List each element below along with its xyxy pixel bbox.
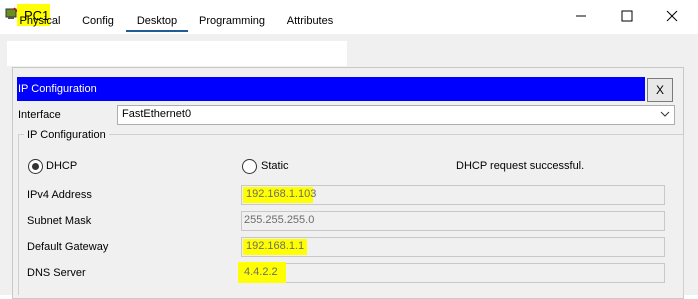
tab-config[interactable]: Config: [76, 10, 120, 32]
dhcp-status: DHCP request successful.: [456, 160, 585, 172]
tab-programming[interactable]: Programming: [194, 10, 270, 32]
static-label: Static: [261, 160, 289, 172]
dns-label: DNS Server: [27, 267, 86, 279]
interface-value: FastEthernet0: [122, 108, 192, 120]
tab-desktop[interactable]: Desktop: [126, 10, 188, 32]
dhcp-radio-dot: [32, 163, 39, 170]
subnet-mask-value: 255.255.255.0: [244, 214, 315, 226]
interface-select[interactable]: FastEthernet0: [117, 105, 675, 125]
ip-config-group-title: IP Configuration: [24, 129, 109, 141]
tab-strip: [7, 41, 347, 66]
tab-physical[interactable]: Physical: [10, 10, 70, 32]
gateway-label: Default Gateway: [27, 241, 109, 253]
dns-value: 4.4.2.2: [244, 266, 278, 278]
dns-field[interactable]: 4.4.2.2: [238, 262, 665, 283]
chevron-down-icon: [660, 111, 670, 117]
gateway-value: 192.168.1.1: [246, 240, 305, 252]
dhcp-label: DHCP: [46, 160, 78, 172]
interface-label: Interface: [18, 109, 61, 121]
subnet-mask-field[interactable]: 255.255.255.0: [241, 211, 665, 231]
dhcp-radio[interactable]: [28, 159, 43, 174]
ip-config-header: IP Configuration: [17, 77, 645, 101]
tab-attributes[interactable]: Attributes: [277, 10, 343, 32]
ipv4-value: 192.168.1.103: [246, 188, 317, 200]
gateway-field[interactable]: 192.168.1.1: [241, 237, 665, 257]
static-radio[interactable]: [242, 159, 257, 174]
ip-config-header-title: IP Configuration: [18, 83, 97, 95]
ipv4-field[interactable]: 192.168.1.103: [241, 185, 665, 205]
minimize-icon[interactable]: [570, 6, 592, 26]
close-icon[interactable]: [661, 6, 683, 26]
maximize-icon[interactable]: [616, 6, 638, 26]
ipv4-label: IPv4 Address: [27, 189, 92, 201]
ip-config-close-button[interactable]: X: [647, 78, 673, 102]
subnet-mask-label: Subnet Mask: [27, 215, 92, 227]
